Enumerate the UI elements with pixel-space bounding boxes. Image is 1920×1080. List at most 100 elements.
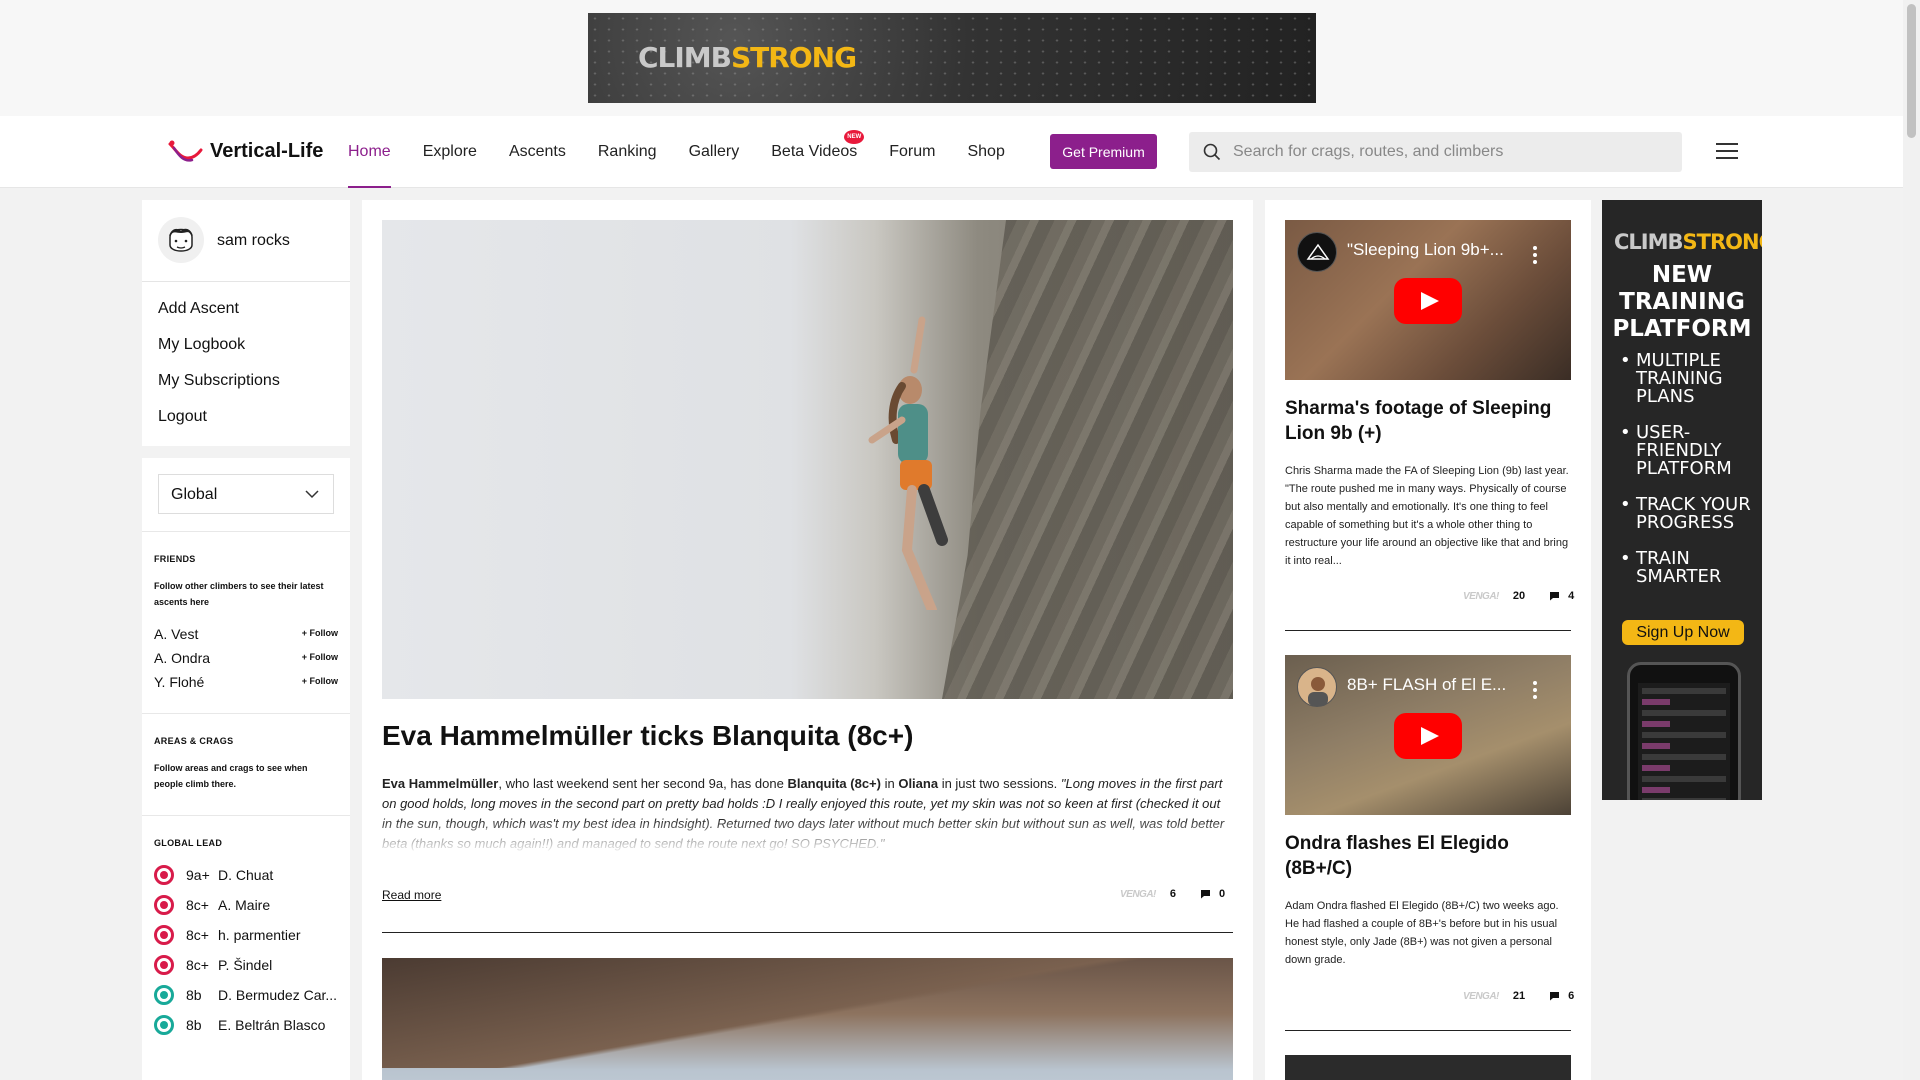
article-stats: VENGA! 6 0 [1120,888,1225,900]
top-ad-zone: CLIMBSTRONG [0,0,1903,116]
article-image[interactable] [382,220,1233,699]
side-ad-banner[interactable]: CLIMBSTRONG NEW TRAINING PLATFORM MULTIP… [1602,200,1762,800]
comment-count: 6 [1568,990,1575,1002]
more-options-icon[interactable] [1533,681,1537,699]
ad-logo: CLIMBSTRONG [638,41,857,74]
news-title[interactable]: Sharma's footage of Sleeping Lion 9b (+) [1285,396,1571,446]
news-title[interactable]: Ondra flashes El Elegido (8B+/C) [1285,831,1571,881]
global-lead-title: GLOBAL LEAD [154,838,223,848]
comment-icon[interactable] [1549,991,1560,1001]
friends-note: Follow other climbers to see their lates… [154,581,324,607]
follow-button[interactable]: + Follow [302,628,338,638]
lead-row[interactable]: 8c+ h. parmentier [154,923,344,947]
brand-logo[interactable]: Vertical-Life [166,136,323,166]
lead-row[interactable]: 9a+ D. Chuat [154,863,344,887]
main-nav: Home Explore Ascents Ranking Gallery Bet… [348,116,1037,188]
lead-climber-name[interactable]: A. Maire [218,897,342,913]
nav-ascents[interactable]: Ascents [509,116,566,188]
scrollbar-thumb[interactable] [1907,4,1916,138]
article-title[interactable]: Eva Hammelmüller ticks Blanquita (8c+) [382,720,1233,752]
article-image[interactable] [382,958,1233,1080]
venga-button[interactable]: VENGA! [1463,991,1499,1002]
venga-count: 6 [1169,888,1177,900]
ad-bullet: MULTIPLE TRAINING PLANS [1620,352,1760,406]
search-icon [1203,143,1221,161]
grade-dot-icon [154,985,174,1005]
venga-button[interactable]: VENGA! [1120,889,1156,900]
lead-row[interactable]: 8b D. Bermudez Car... [154,983,344,1007]
lead-climber-name[interactable]: D. Chuat [218,867,342,883]
new-badge: NEW [844,130,865,144]
logout-link[interactable]: Logout [158,408,280,444]
video-embed[interactable]: 8B+ FLASH of El E... [1285,655,1571,815]
chevron-down-icon [305,490,319,499]
news-stats: VENGA! 20 4 [1463,590,1574,602]
article-text-run: Oliana [898,776,939,791]
search-bar[interactable] [1189,132,1682,172]
grade-dot-icon [154,925,174,945]
lead-climber-name[interactable]: D. Bermudez Car... [218,987,342,1003]
avatar[interactable] [158,217,204,263]
areas-title: AREAS & CRAGS [154,736,234,746]
video-title[interactable]: 8B+ FLASH of El E... [1347,675,1527,695]
ad-signup-button[interactable]: Sign Up Now [1622,620,1744,645]
video-embed[interactable]: "Sleeping Lion 9b+... [1285,220,1571,380]
nav-home[interactable]: Home [348,116,391,188]
comment-icon[interactable] [1549,591,1560,601]
friend-row: Y. Flohé + Follow [154,674,338,696]
add-ascent-link[interactable]: Add Ascent [158,300,280,336]
friend-name[interactable]: A. Vest [154,626,198,642]
my-logbook-link[interactable]: My Logbook [158,336,280,372]
friends-title: FRIENDS [154,554,196,564]
article-text-run: Eva Hammelmüller [382,776,499,791]
user-card: sam rocks Add Ascent My Logbook My Subsc… [142,200,350,446]
venga-button[interactable]: VENGA! [1463,591,1499,602]
my-subscriptions-link[interactable]: My Subscriptions [158,372,280,408]
nav-forum[interactable]: Forum [889,116,935,188]
lead-climber-name[interactable]: E. Beltrán Blasco [218,1017,342,1033]
menu-hamburger-icon[interactable] [1716,143,1738,161]
channel-avatar-icon [1297,232,1337,272]
nav-beta-videos[interactable]: Beta Videos NEW [771,116,865,188]
areas-note: Follow areas and crags to see when peopl… [154,763,308,789]
news-body: Adam Ondra flashed El Elegido (8B+/C) tw… [1285,900,1559,966]
lead-climber-name[interactable]: P. Šindel [218,957,342,973]
friend-name[interactable]: Y. Flohé [154,674,204,690]
username[interactable]: sam rocks [217,232,290,250]
friend-name[interactable]: A. Ondra [154,650,210,666]
phone-mockup [1627,662,1741,800]
lead-row[interactable]: 8c+ P. Šindel [154,953,344,977]
follow-button[interactable]: + Follow [302,676,338,686]
scope-dropdown[interactable]: Global [158,474,334,514]
read-more-link[interactable]: Read more [382,888,441,902]
channel-avatar-icon [1297,667,1337,707]
article-text-run: in just two sessions. [938,776,1061,791]
lead-climber-name[interactable]: h. parmentier [218,927,342,943]
scope-selected: Global [171,486,218,503]
nav-ranking[interactable]: Ranking [598,116,657,188]
youtube-play-icon[interactable] [1394,278,1462,324]
video-title[interactable]: "Sleeping Lion 9b+... [1347,240,1527,260]
nav-explore[interactable]: Explore [423,116,477,188]
vertical-life-logo-icon [168,140,203,162]
video-embed[interactable] [1285,1055,1571,1080]
nav-shop[interactable]: Shop [967,116,1004,188]
comment-count: 4 [1568,590,1575,602]
lead-grade: 8c+ [186,957,209,973]
follow-button[interactable]: + Follow [302,652,338,662]
nav-gallery[interactable]: Gallery [689,116,740,188]
get-premium-button[interactable]: Get Premium [1050,134,1157,169]
search-input[interactable] [1233,132,1663,172]
lead-row[interactable]: 8b E. Beltrán Blasco [154,1013,344,1037]
article-text-run: Blanquita (8c+) [787,776,881,791]
lead-row[interactable]: 8c+ A. Maire [154,893,344,917]
ad-logo: CLIMBSTRONG [1614,230,1762,254]
news-column: "Sleeping Lion 9b+... Sharma's footage o… [1265,200,1591,1080]
more-options-icon[interactable] [1533,246,1537,264]
youtube-play-icon[interactable] [1394,713,1462,759]
top-ad-banner[interactable]: CLIMBSTRONG [588,13,1316,103]
page-scrollbar[interactable] [1903,0,1920,1080]
comment-icon[interactable] [1200,889,1211,899]
avatar-face-icon [169,228,193,252]
grade-dot-icon [154,955,174,975]
